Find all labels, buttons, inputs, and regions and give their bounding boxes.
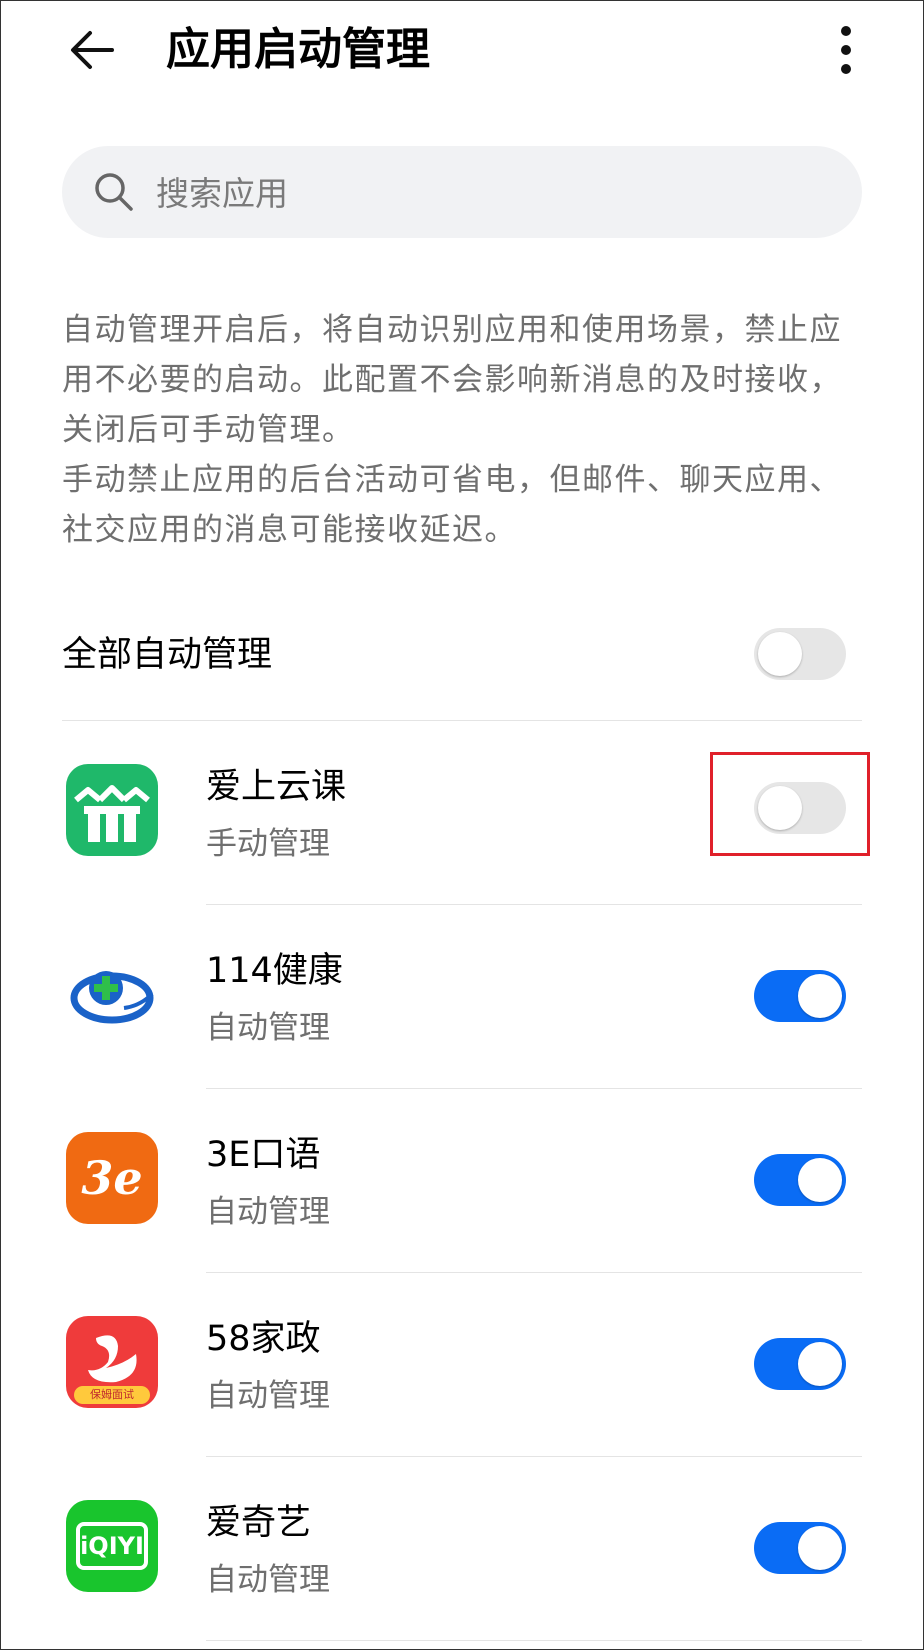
header-bar: 应用启动管理 <box>0 0 924 100</box>
3e-kouyu-app-icon: 3e <box>66 1132 158 1224</box>
3e-logo-text: 3e <box>81 1151 143 1205</box>
app-name: 爱奇艺 <box>206 1503 312 1543</box>
arrow-left-icon <box>71 31 114 69</box>
more-vertical-icon <box>841 26 851 74</box>
toggle-knob <box>798 1526 842 1570</box>
health114-app-icon <box>66 948 158 1040</box>
all-auto-manage-label: 全部自动管理 <box>62 635 273 675</box>
back-button[interactable] <box>62 22 122 78</box>
iqiyi-logo-text: iQIYI <box>76 1522 148 1570</box>
app-status: 自动管理 <box>206 1194 330 1230</box>
app-name: 114健康 <box>206 951 343 991</box>
58-jiazheng-app-icon: 保姆面试 <box>66 1316 158 1408</box>
iqiyi-app-icon: iQIYI <box>66 1500 158 1592</box>
app-toggle-58-jiazheng[interactable] <box>754 1338 846 1390</box>
all-auto-manage-toggle[interactable] <box>754 628 846 680</box>
app-toggle-health114[interactable] <box>754 970 846 1022</box>
app-toggle-iqiyi[interactable] <box>754 1522 846 1574</box>
app-status: 自动管理 <box>206 1010 330 1046</box>
toggle-knob <box>798 1342 842 1386</box>
aishangyunke-app-icon <box>66 764 158 856</box>
search-input[interactable] <box>154 160 838 226</box>
all-auto-manage-row: 全部自动管理 <box>62 622 862 692</box>
search-bar[interactable] <box>62 146 862 238</box>
app-toggle-3e-kouyu[interactable] <box>754 1154 846 1206</box>
app-row-3e-kouyu[interactable]: 3e 3E口语 自动管理 <box>0 1088 924 1272</box>
app-status: 自动管理 <box>206 1562 330 1598</box>
description-paragraph-2: 手动禁止应用的后台活动可省电，但邮件、聊天应用、社交应用的消息可能接收延迟。 <box>62 462 842 548</box>
description-paragraph-1: 自动管理开启后，将自动识别应用和使用场景，禁止应用不必要的启动。此配置不会影响新… <box>62 312 842 448</box>
page-title: 应用启动管理 <box>166 24 430 75</box>
more-options-button[interactable] <box>826 20 866 80</box>
toggle-knob <box>758 632 802 676</box>
description-text: 自动管理开启后，将自动识别应用和使用场景，禁止应用不必要的启动。此配置不会影响新… <box>62 305 868 555</box>
app-name: 58家政 <box>206 1319 321 1359</box>
app-name: 爱上云课 <box>206 767 347 807</box>
highlight-box <box>710 752 870 856</box>
search-icon <box>95 173 133 211</box>
app-status: 自动管理 <box>206 1378 330 1414</box>
toggle-knob <box>798 1158 842 1202</box>
divider <box>206 1640 862 1641</box>
app-name: 3E口语 <box>206 1135 321 1175</box>
app-status: 手动管理 <box>206 826 330 862</box>
app-row-health114[interactable]: 114健康 自动管理 <box>0 904 924 1088</box>
app-row-58-jiazheng[interactable]: 保姆面试 58家政 自动管理 <box>0 1272 924 1456</box>
jiazheng-badge-text: 保姆面试 <box>74 1386 150 1404</box>
toggle-knob <box>798 974 842 1018</box>
app-row-iqiyi[interactable]: iQIYI 爱奇艺 自动管理 <box>0 1456 924 1640</box>
